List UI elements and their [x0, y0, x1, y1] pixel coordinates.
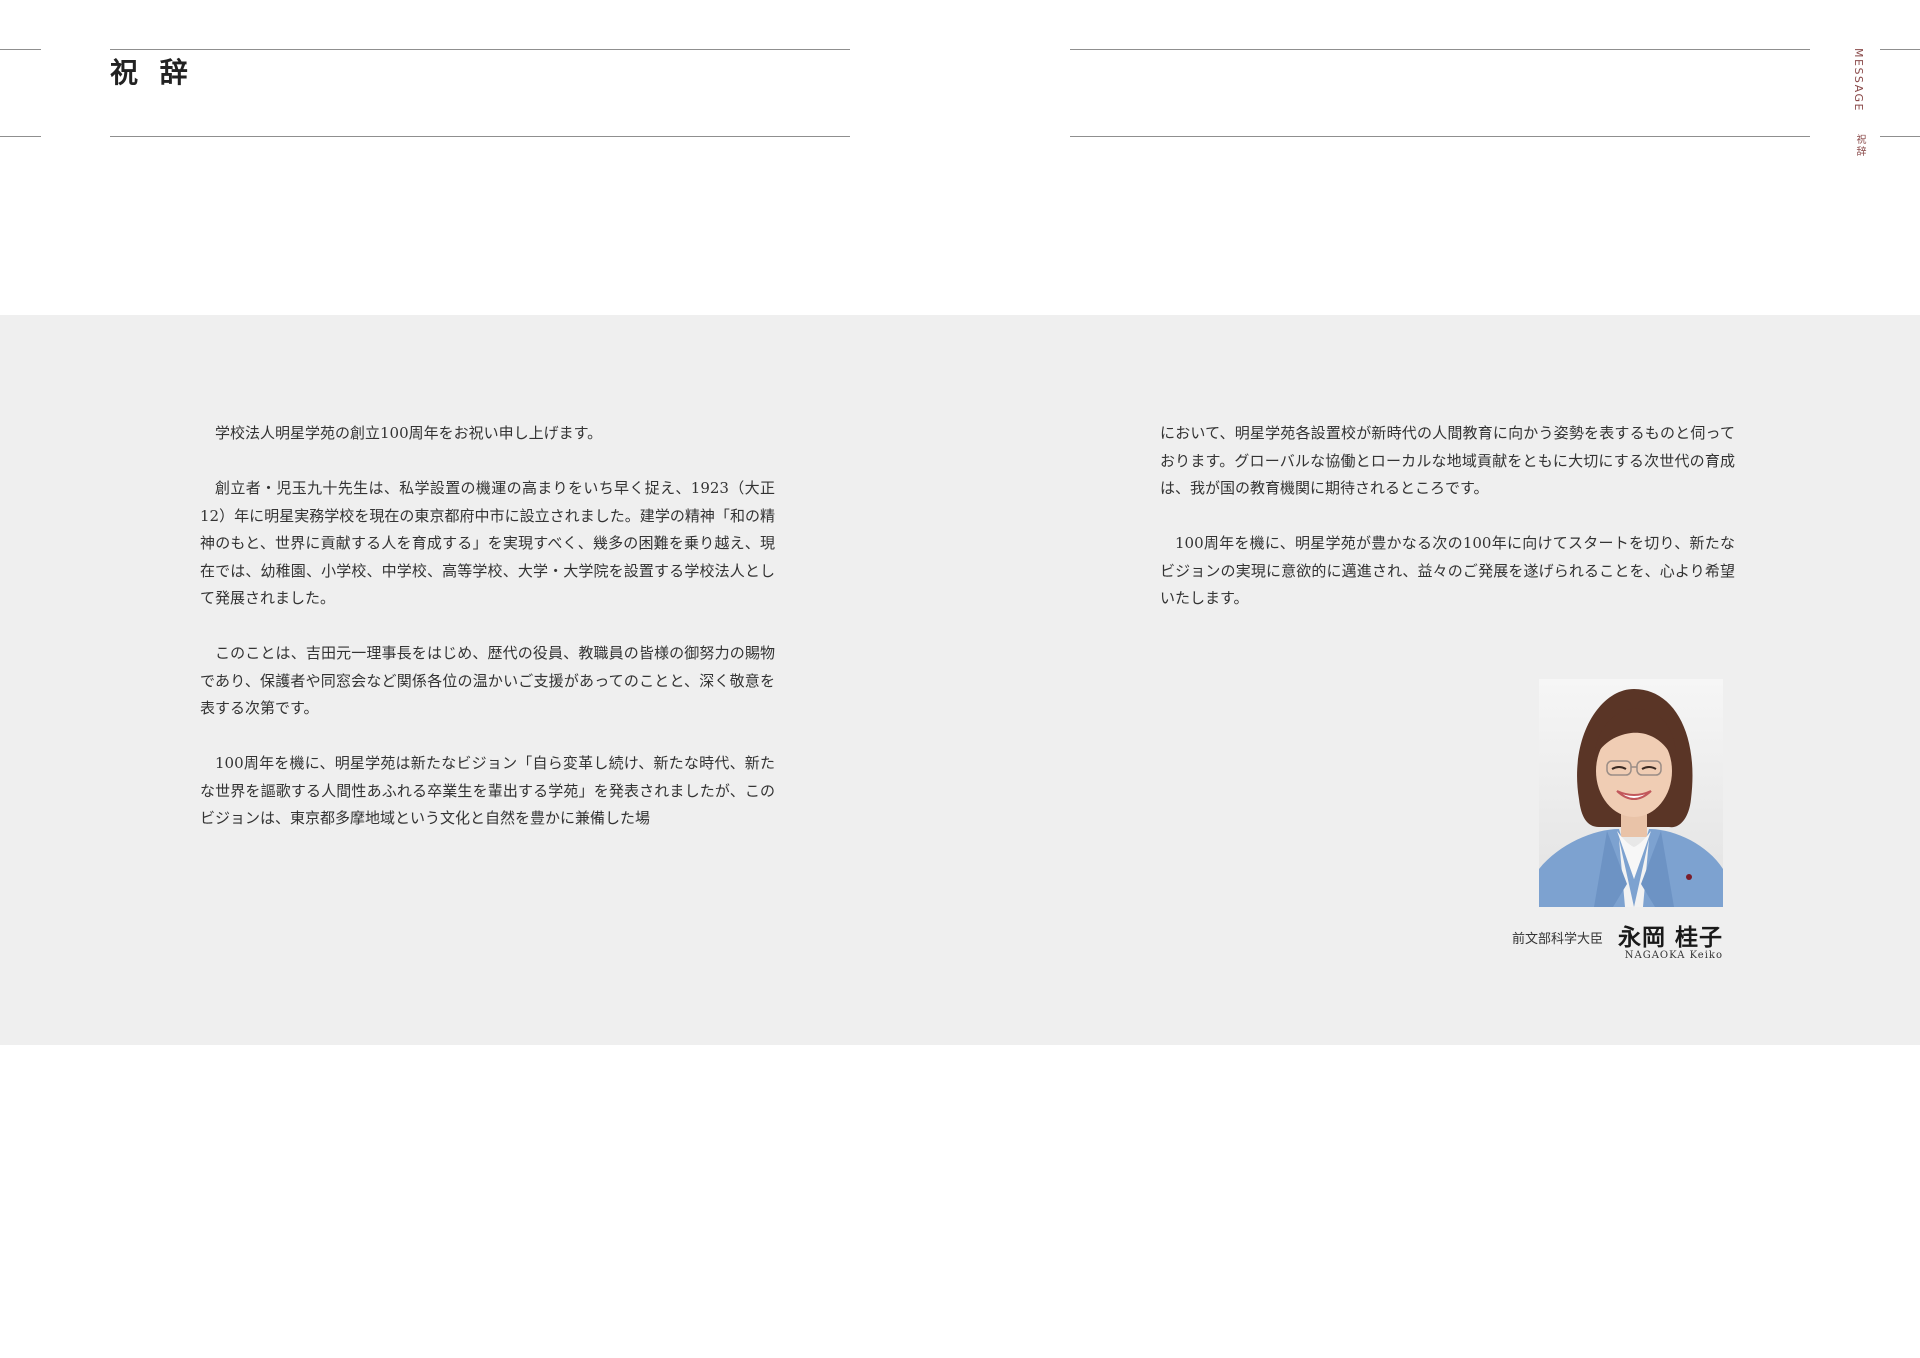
header-rule-tab-top: [1880, 49, 1920, 50]
message-paragraph: 創立者・児玉九十先生は、私学設置の機運の高まりをいち早く捉え、1923（大正12…: [200, 479, 775, 607]
signature-name: 永岡 桂子: [1617, 924, 1723, 951]
page-title: 祝 辞: [110, 56, 194, 89]
header-rule-left-top: [110, 49, 850, 50]
message-paragraph: 100周年を機に、明星学苑が豊かなる次の100年に向けてスタートを切り、新たなビ…: [1160, 534, 1735, 607]
signature-title: 前文部科学大臣: [1511, 932, 1603, 947]
message-paragraph: 学校法人明星学苑の創立100周年をお祝い申し上げます。: [215, 424, 603, 442]
portrait-photo: [1539, 679, 1723, 907]
header-rule-edge-top: [0, 49, 41, 50]
header-rule-right-bottom: [1070, 136, 1810, 137]
message-paragraph: において、明星学苑各設置校が新時代の人間教育に向かう姿勢を表するものと伺っており…: [1160, 424, 1735, 497]
header-rule-tab-bottom: [1880, 136, 1920, 137]
message-column-right: において、明星学苑各設置校が新時代の人間教育に向かう姿勢を表するものと伺っており…: [1160, 420, 1735, 640]
header-rule-right-top: [1070, 49, 1810, 50]
message-paragraph: このことは、吉田元一理事長をはじめ、歴代の役員、教職員の皆様の御努力の賜物であり…: [200, 644, 775, 717]
message-column-left: 学校法人明星学苑の創立100周年をお祝い申し上げます。 創立者・児玉九十先生は、…: [200, 420, 775, 860]
signature-block: 前文部科学大臣 永岡 桂子 NAGAOKA Keiko: [1423, 918, 1723, 968]
message-paragraph: 100周年を機に、明星学苑は新たなビジョン「自ら変革し続け、新たな時代、新たな世…: [200, 754, 775, 827]
signature-romaji: NAGAOKA Keiko: [1624, 950, 1723, 961]
header-rule-left-bottom: [110, 136, 850, 137]
side-tab-label-jp: 祝辞: [1854, 134, 1865, 158]
side-tab-label-en: MESSAGE: [1852, 48, 1865, 112]
section-side-tab: MESSAGE 祝辞: [1852, 48, 1884, 168]
header-rule-edge-bottom: [0, 136, 41, 137]
